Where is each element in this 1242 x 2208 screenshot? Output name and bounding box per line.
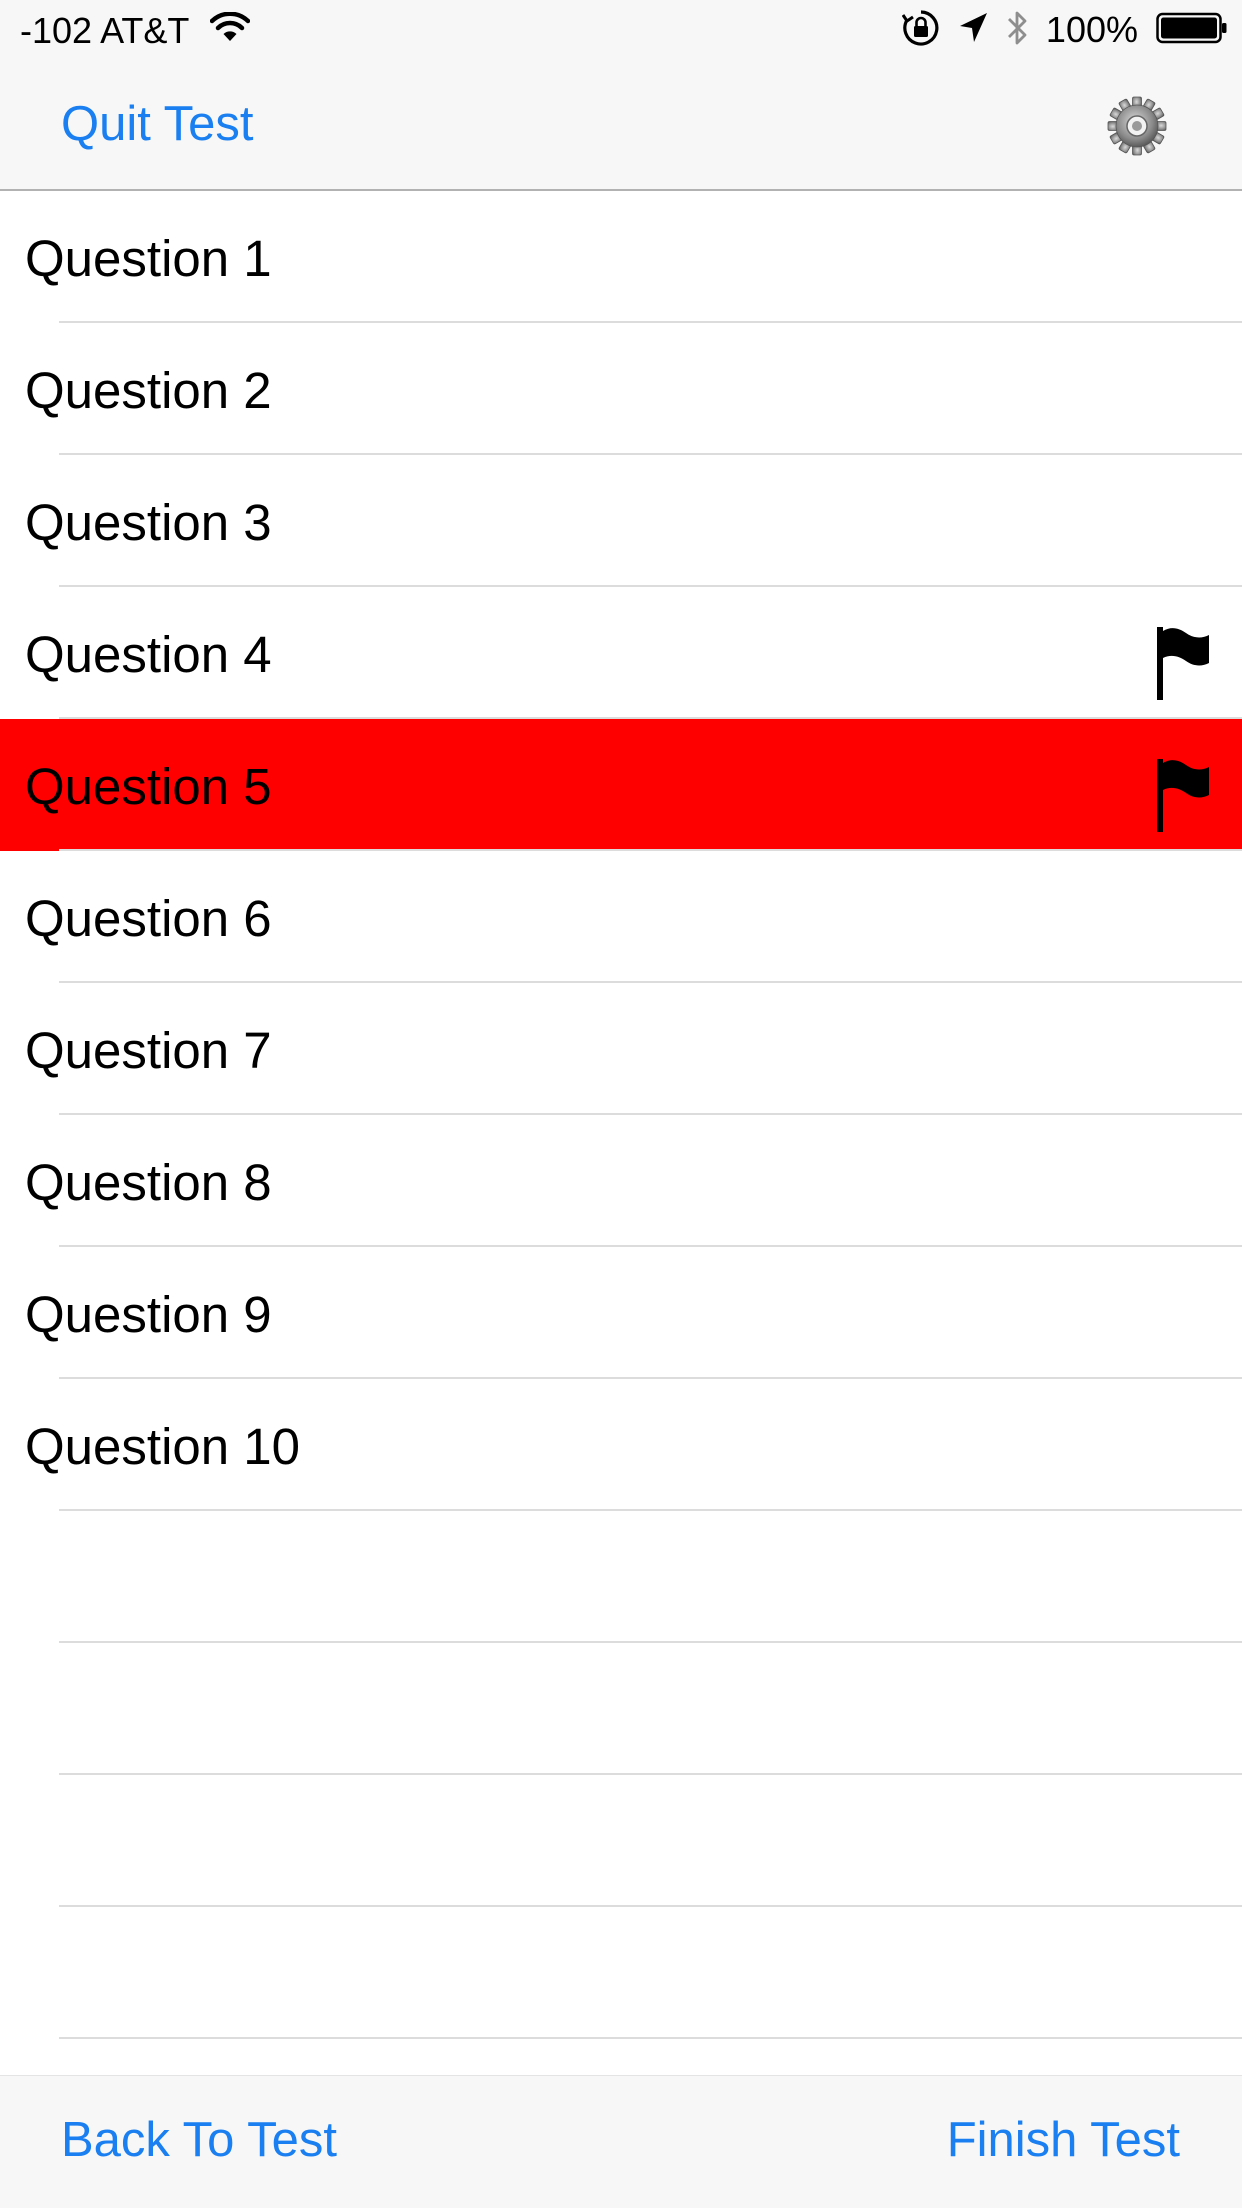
battery-percent: 100% xyxy=(1045,9,1138,50)
location-arrow-icon xyxy=(958,11,988,50)
question-row[interactable]: Question 4 xyxy=(0,587,1242,719)
status-right-group: 100% xyxy=(884,8,1228,52)
question-label: Question 1 xyxy=(25,230,272,287)
question-label: Question 2 xyxy=(25,362,272,419)
question-label: Question 7 xyxy=(25,1022,272,1079)
carrier-label: -102 AT&T xyxy=(20,10,190,51)
question-row[interactable]: Question 5 xyxy=(0,719,1242,851)
bottom-toolbar: Back To Test Finish Test xyxy=(0,2075,1242,2208)
back-to-test-button[interactable]: Back To Test xyxy=(61,2112,337,2168)
empty-row xyxy=(0,1907,1242,2039)
status-bar: -102 AT&T 100% xyxy=(0,0,1242,58)
empty-row xyxy=(0,1511,1242,1643)
question-row[interactable]: Question 2 xyxy=(0,323,1242,455)
question-row[interactable]: Question 7 xyxy=(0,983,1242,1115)
question-row[interactable]: Question 10 xyxy=(0,1379,1242,1511)
finish-test-button[interactable]: Finish Test xyxy=(947,2112,1180,2168)
question-label: Question 4 xyxy=(25,626,272,683)
bluetooth-icon xyxy=(1006,8,1028,53)
question-row[interactable]: Question 9 xyxy=(0,1247,1242,1379)
row-separator xyxy=(59,2037,1242,2039)
rotation-lock-icon xyxy=(901,9,940,52)
gear-icon[interactable] xyxy=(1107,96,1167,156)
wifi-icon xyxy=(209,11,251,47)
flag-icon xyxy=(1153,625,1213,700)
question-row[interactable]: Question 3 xyxy=(0,455,1242,587)
empty-row xyxy=(0,1775,1242,1907)
battery-icon xyxy=(1156,12,1228,49)
question-label: Question 5 xyxy=(25,758,272,815)
question-list: Question 1 Question 2 Question 3 Question 4… xyxy=(0,191,1242,2039)
question-label: Question 8 xyxy=(25,1154,272,1211)
question-label: Question 6 xyxy=(25,890,272,947)
question-label: Question 3 xyxy=(25,494,272,551)
question-label: Question 9 xyxy=(25,1286,272,1343)
flag-icon xyxy=(1153,757,1213,832)
question-row[interactable]: Question 1 xyxy=(0,191,1242,323)
question-row[interactable]: Question 6 xyxy=(0,851,1242,983)
question-label: Question 10 xyxy=(25,1418,301,1475)
navigation-bar: Quit Test xyxy=(0,58,1242,191)
quit-test-button[interactable]: Quit Test xyxy=(61,96,253,152)
empty-row xyxy=(0,1643,1242,1775)
question-row[interactable]: Question 8 xyxy=(0,1115,1242,1247)
